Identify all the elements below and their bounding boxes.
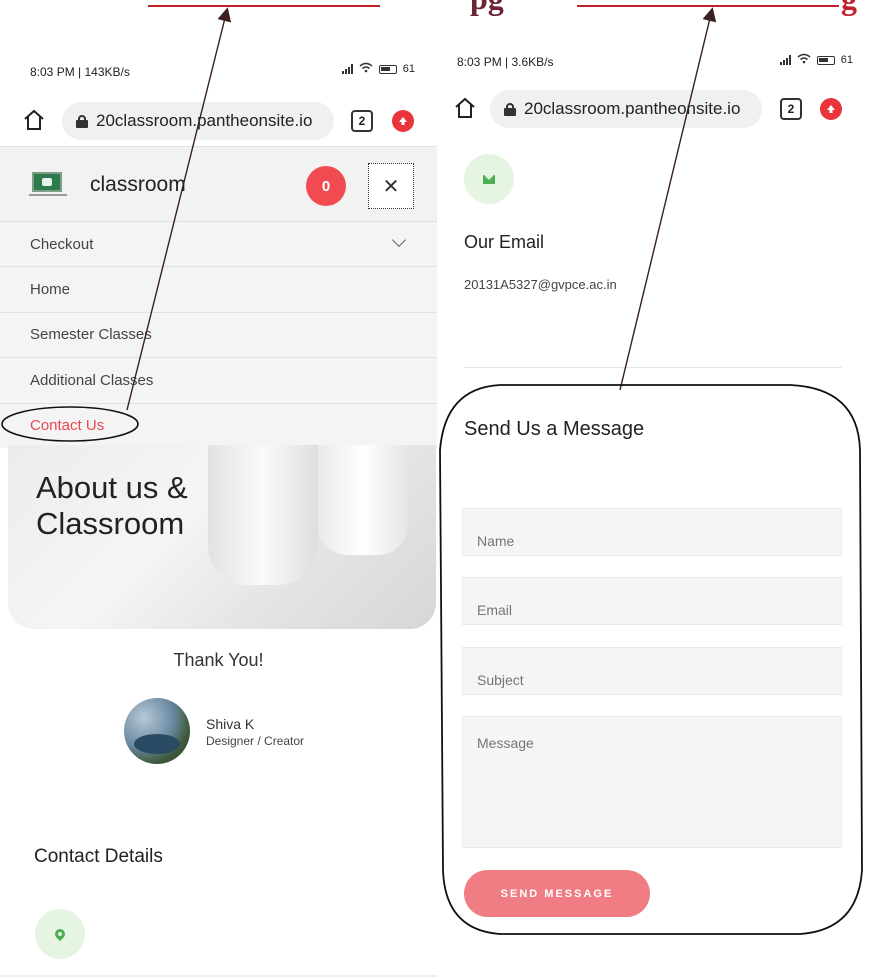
url-text: 20classroom.pantheonsite.io [96,111,313,130]
left-phone-screen: 8:03 PM | 143KB/s 61 20classroom.pantheo… [0,40,437,979]
site-logo-base [29,194,67,196]
menu-item-semester-classes[interactable]: Semester Classes [0,311,437,357]
site-logo-icon[interactable] [32,172,62,192]
menu-item-additional-classes[interactable]: Additional Classes [0,357,437,402]
divider [464,367,842,368]
close-menu-button[interactable]: ✕ [368,163,414,209]
email-field[interactable] [462,577,842,625]
menu-item-label: Home [30,281,71,299]
wifi-icon [359,62,373,76]
menu-item-label: Additional Classes [30,371,154,389]
signal-icon [779,55,791,65]
menu-item-checkout[interactable]: Checkout [0,221,437,266]
author-avatar [124,698,190,764]
caption-text-mid: pg [470,0,504,17]
menu-item-label: Checkout [30,235,94,253]
location-pin-icon [35,909,85,959]
cart-count-badge[interactable]: 0 [306,166,346,206]
status-bar: 8:03 PM | 143KB/s 61 [0,40,437,96]
caption-underline-right [577,5,839,7]
lock-icon [504,102,516,116]
lock-icon [76,114,88,128]
send-message-button[interactable]: SEND MESSAGE [464,870,650,917]
home-icon[interactable] [453,96,477,120]
subject-field[interactable] [462,647,842,695]
url-text: 20classroom.pantheonsite.io [524,99,741,118]
menu-item-home[interactable]: Home [0,266,437,311]
site-header: classroom 0 ✕ [0,146,437,221]
author-role: Designer / Creator [206,734,305,748]
status-time: 8:03 PM | 143KB/s [30,65,130,79]
battery-level: 61 [840,54,853,66]
menu-item-label: Contact Us [30,417,105,435]
email-heading: Our Email [464,232,545,252]
wifi-icon [797,53,811,67]
battery-icon [816,55,835,65]
form-title: Send Us a Message [464,418,645,440]
name-field[interactable] [462,508,842,556]
battery-level: 61 [402,63,415,75]
hero-banner: About us & Classroom [8,445,436,629]
email-address[interactable]: 20131A5327@gvpce.ac.in [464,277,617,292]
address-bar[interactable]: 20classroom.pantheonsite.io [490,90,762,128]
hero-title-line-1: About us & [36,470,188,505]
address-bar[interactable]: 20classroom.pantheonsite.io [62,102,334,140]
hero-cup-image-2 [318,445,408,555]
menu-item-contact-us[interactable]: Contact Us [0,402,437,448]
email-envelope-icon [464,154,514,204]
hero-title-line-2: Classroom [36,506,185,541]
hero-cup-image [208,445,318,585]
status-time: 8:03 PM | 3.6KB/s [457,55,554,69]
author-name: Shiva K [206,716,255,732]
nav-menu: Checkout Home Semester Classes Additiona… [0,221,437,448]
site-title[interactable]: classroom [90,173,186,197]
chevron-down-icon[interactable] [391,232,407,248]
browser-url-row: 20classroom.pantheonsite.io 2 [0,96,437,148]
home-icon[interactable] [22,108,46,132]
extension-icon[interactable] [820,98,842,120]
browser-url-row: 20classroom.pantheonsite.io 2 [440,84,871,136]
status-icons: 61 [779,53,853,67]
extension-icon[interactable] [392,110,414,132]
menu-item-label: Semester Classes [30,326,152,344]
status-icons: 61 [341,62,415,76]
thank-you-text: Thank You! [173,650,264,670]
caption-text-right: g [841,0,857,17]
caption-underline-left [148,5,380,7]
annotation-caption-strip: pg g [0,0,871,40]
hero-title: About us & Classroom [36,470,188,542]
tab-switcher-button[interactable]: 2 [780,98,802,120]
right-phone-screen: 8:03 PM | 3.6KB/s 61 20classroom.pantheo… [440,40,871,979]
tab-switcher-button[interactable]: 2 [351,110,373,132]
signal-icon [341,64,353,74]
battery-icon [378,64,397,74]
divider [0,975,437,977]
contact-details-heading: Contact Details [34,846,163,867]
message-field[interactable] [462,716,842,848]
